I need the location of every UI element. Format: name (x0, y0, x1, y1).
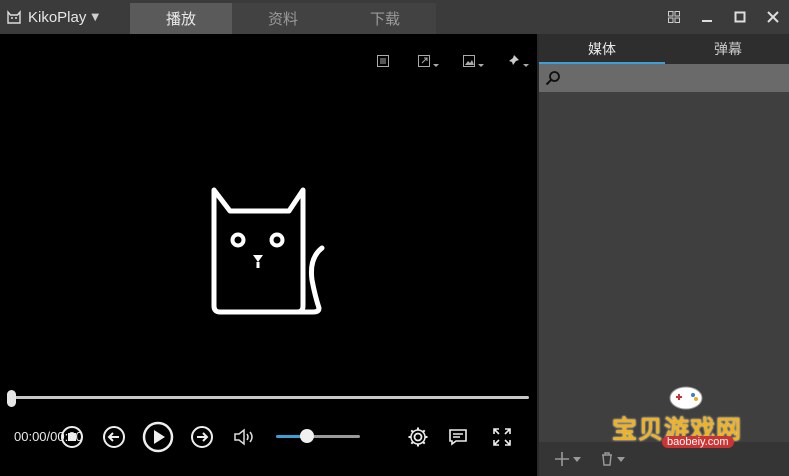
stop-icon (61, 426, 83, 448)
playback-controls: 00:00/00:00 (0, 420, 537, 454)
pin-icon[interactable] (495, 52, 540, 70)
volume-slider[interactable] (276, 429, 360, 443)
cat-logo-icon (7, 10, 21, 24)
play-icon (142, 421, 174, 453)
search-icon (545, 71, 560, 86)
gamepad-mascot-icon (669, 386, 703, 410)
search-bar (539, 64, 789, 92)
arrow-left-icon (103, 426, 125, 448)
tab-danmaku[interactable]: 弹幕 (665, 34, 789, 64)
settings-button[interactable] (404, 420, 432, 454)
add-button[interactable] (553, 450, 581, 468)
search-input[interactable] (567, 68, 782, 88)
volume-icon (234, 428, 253, 446)
fullscreen-button[interactable] (488, 420, 516, 454)
watermark-logo: 宝贝游戏网 baobeiy.com (600, 380, 775, 470)
chevron-down-icon (573, 456, 581, 462)
app-menu[interactable]: KikoPlay ▼ (6, 7, 99, 27)
chevron-down-icon: ▼ (91, 11, 100, 23)
previous-button[interactable] (100, 420, 128, 454)
tab-play[interactable]: 播放 (130, 3, 232, 34)
seek-handle[interactable] (7, 390, 16, 407)
fullscreen-icon (493, 428, 511, 446)
tab-download[interactable]: 下载 (334, 3, 436, 34)
comment-icon (449, 429, 467, 446)
maximize-icon[interactable] (723, 0, 756, 34)
stop-button[interactable] (58, 420, 86, 454)
seek-track[interactable] (9, 396, 529, 399)
cat-placeholder-icon (211, 187, 325, 315)
next-button[interactable] (188, 420, 216, 454)
volume-track[interactable] (312, 435, 360, 438)
close-icon[interactable] (756, 0, 789, 34)
plus-icon (555, 452, 569, 466)
danmaku-button[interactable] (444, 420, 472, 454)
side-tabs: 媒体 弹幕 (539, 34, 789, 64)
tab-media[interactable]: 媒体 (539, 34, 665, 64)
play-button[interactable] (140, 420, 176, 454)
volume-handle[interactable] (300, 429, 314, 443)
screenshot-icon[interactable] (450, 52, 495, 70)
playlist-icon[interactable] (360, 52, 405, 70)
gear-icon (408, 427, 428, 447)
tab-library[interactable]: 资料 (232, 3, 334, 34)
arrow-right-icon (191, 426, 213, 448)
video-player[interactable]: 00:00/00:00 (0, 34, 537, 476)
player-toolbar (360, 52, 540, 70)
external-link-icon[interactable] (405, 52, 450, 70)
grid-icon[interactable] (657, 0, 690, 34)
volume-button[interactable] (230, 420, 258, 454)
window-controls (657, 0, 789, 34)
watermark-url: baobeiy.com (662, 436, 734, 448)
app-name: KikoPlay (28, 8, 87, 26)
minimize-icon[interactable] (690, 0, 723, 34)
title-bar: KikoPlay ▼ 播放 资料 下载 (0, 0, 789, 34)
seek-bar[interactable] (7, 390, 529, 407)
main-tabs: 播放 资料 下载 (130, 3, 436, 34)
